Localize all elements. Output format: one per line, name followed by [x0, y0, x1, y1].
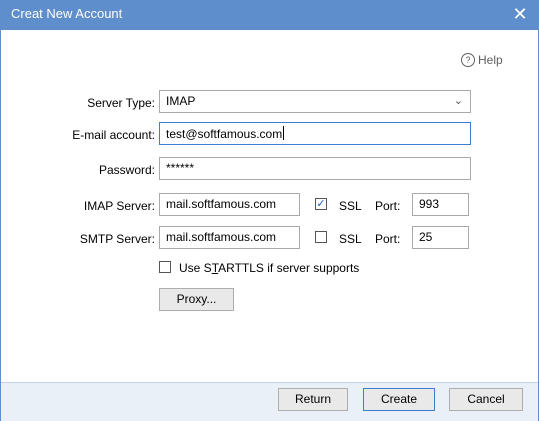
chevron-down-icon: ⌄ [453, 95, 463, 107]
question-circle-icon: ? [461, 53, 475, 67]
starttls-checkbox[interactable] [159, 261, 171, 273]
password-label: Password: [98, 163, 155, 177]
password-value: ****** [166, 161, 195, 175]
email-label: E-mail account: [72, 128, 155, 142]
text-caret [283, 126, 285, 140]
server-type-label: Server Type: [87, 96, 155, 110]
imap-port-label: Port: [375, 199, 401, 213]
imap-ssl-checkbox[interactable]: ✓ [315, 198, 327, 210]
imap-server-label: IMAP Server: [83, 199, 155, 213]
smtp-port-value: 25 [419, 230, 433, 244]
create-button[interactable]: Create [363, 388, 435, 411]
proxy-button[interactable]: Proxy... [159, 288, 234, 311]
server-type-value: IMAP [166, 94, 196, 108]
starttls-label: Use STARTTLS if server supports [179, 261, 360, 275]
window-title: Creat New Account [11, 6, 123, 21]
cancel-button[interactable]: Cancel [449, 388, 523, 411]
return-button[interactable]: Return [278, 388, 348, 411]
title-bar: Creat New Account ✕ [0, 0, 539, 30]
help-link[interactable]: ? Help [461, 53, 503, 67]
email-value: test@softfamous.com [166, 127, 283, 141]
smtp-server-label: SMTP Server: [79, 232, 155, 246]
smtp-port-label: Port: [375, 232, 401, 246]
imap-port-value: 993 [419, 197, 440, 211]
smtp-server-field[interactable]: mail.softfamous.com [159, 226, 300, 249]
imap-port-field[interactable]: 993 [412, 193, 469, 216]
email-field[interactable]: test@softfamous.com [159, 122, 471, 145]
close-icon[interactable]: ✕ [511, 4, 529, 24]
smtp-server-value: mail.softfamous.com [166, 230, 277, 244]
new-account-dialog: Creat New Account ✕ ? Help Server Type: … [0, 0, 539, 421]
password-field[interactable]: ****** [159, 157, 471, 180]
smtp-port-field[interactable]: 25 [412, 226, 469, 249]
help-label: Help [478, 53, 503, 67]
imap-server-value: mail.softfamous.com [166, 197, 277, 211]
server-type-select[interactable]: IMAP ⌄ [159, 90, 471, 113]
imap-server-field[interactable]: mail.softfamous.com [159, 193, 300, 216]
smtp-ssl-label: SSL [339, 232, 362, 246]
imap-ssl-label: SSL [339, 199, 362, 213]
smtp-ssl-checkbox[interactable] [315, 231, 327, 243]
